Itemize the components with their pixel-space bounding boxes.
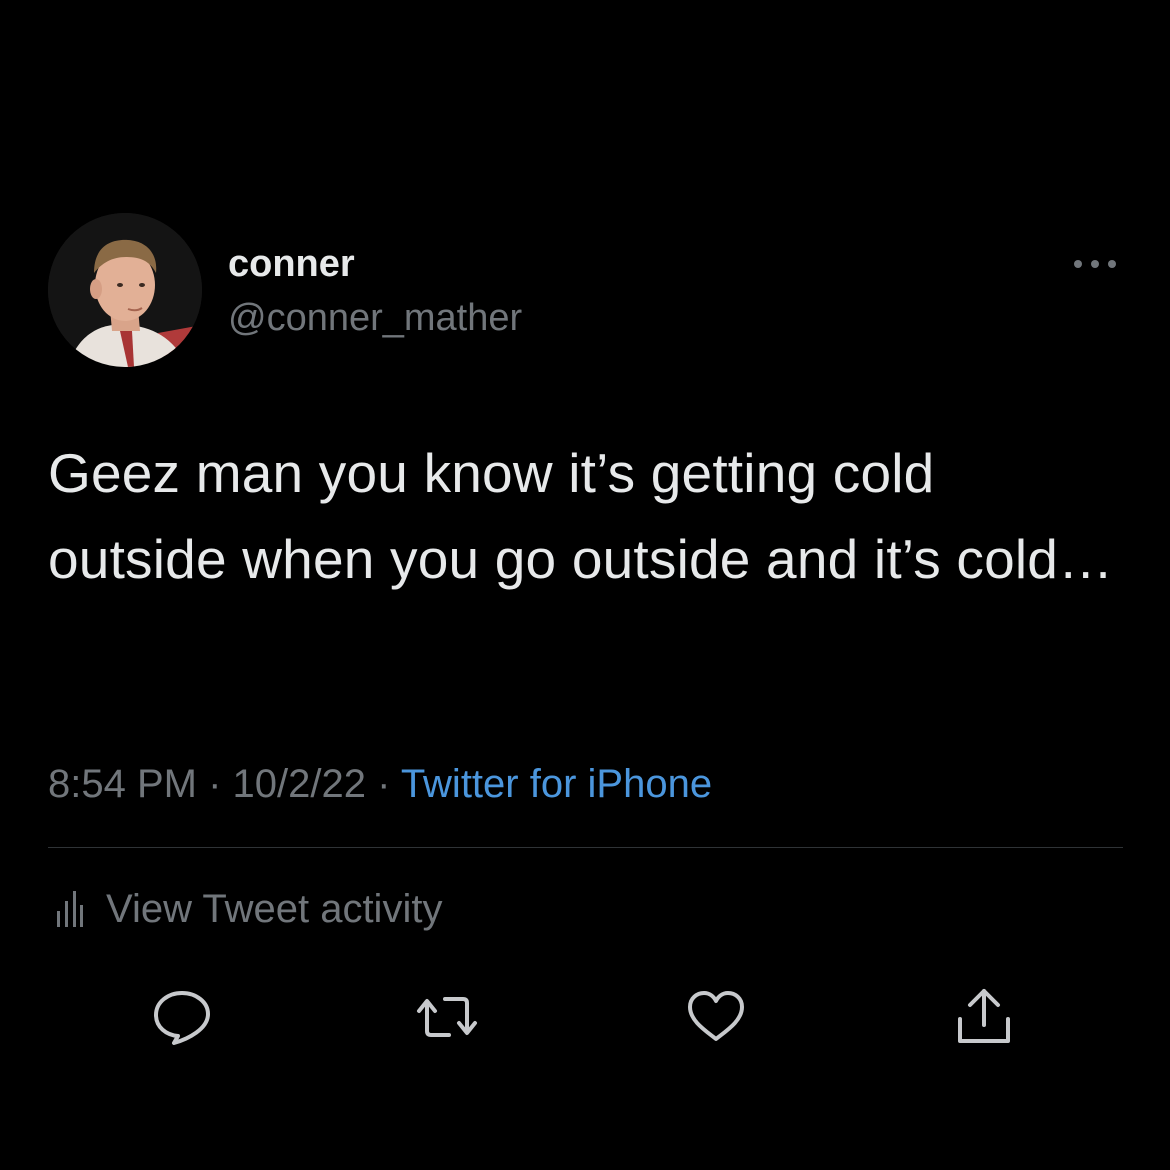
display-name[interactable]: conner <box>228 240 355 288</box>
meta-separator: · <box>196 762 233 806</box>
user-handle[interactable]: @conner_mather <box>228 294 522 342</box>
tweet-text: Geez man you know it’s getting cold outs… <box>48 442 1114 590</box>
share-icon <box>958 989 1010 1043</box>
heart-icon <box>688 991 744 1041</box>
like-button[interactable] <box>684 985 748 1049</box>
share-button[interactable] <box>952 985 1016 1049</box>
retweet-icon <box>417 997 477 1037</box>
meta-separator: · <box>365 762 401 806</box>
comment-icon <box>154 991 210 1045</box>
bar-chart-icon <box>57 891 83 927</box>
view-tweet-activity-button[interactable]: View Tweet activity <box>56 884 442 934</box>
divider <box>48 847 1123 848</box>
retweet-button[interactable] <box>415 985 479 1049</box>
more-icon <box>1074 260 1116 268</box>
tweet-meta: 8:54 PM · 10/2/22 · Twitter for iPhone <box>48 758 712 810</box>
reply-button[interactable] <box>150 985 214 1049</box>
more-options-button[interactable] <box>1068 248 1124 280</box>
profile-photo <box>48 213 202 367</box>
avatar[interactable] <box>48 213 202 367</box>
tweet-time: 8:54 PM <box>48 762 197 806</box>
view-tweet-activity-label: View Tweet activity <box>106 887 443 931</box>
tweet-source-link[interactable]: Twitter for iPhone <box>401 762 712 806</box>
tweet-date: 10/2/22 <box>232 762 366 806</box>
